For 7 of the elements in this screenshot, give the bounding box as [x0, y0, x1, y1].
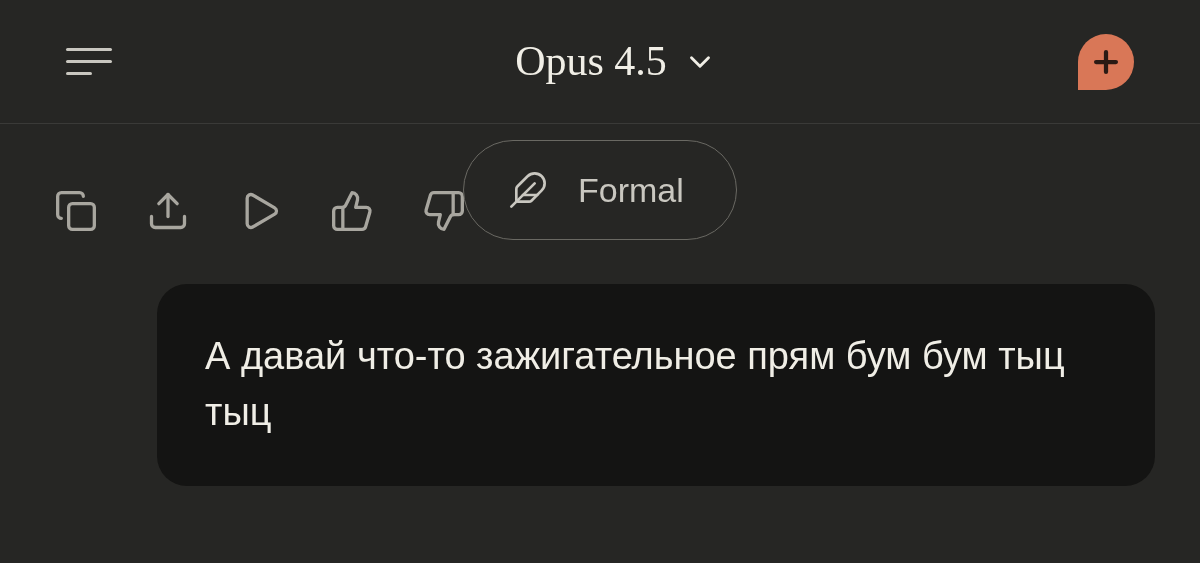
style-chip[interactable]: Formal	[463, 140, 737, 240]
user-message-text: А давай что-то зажигательное прям бум бум тыц тыц	[205, 334, 1066, 435]
feather-icon	[508, 170, 548, 210]
copy-button[interactable]	[54, 189, 98, 233]
thumbs-up-button[interactable]	[330, 189, 374, 233]
model-selector[interactable]: Opus 4.5	[515, 30, 717, 93]
thumbs-down-button[interactable]	[422, 189, 466, 233]
